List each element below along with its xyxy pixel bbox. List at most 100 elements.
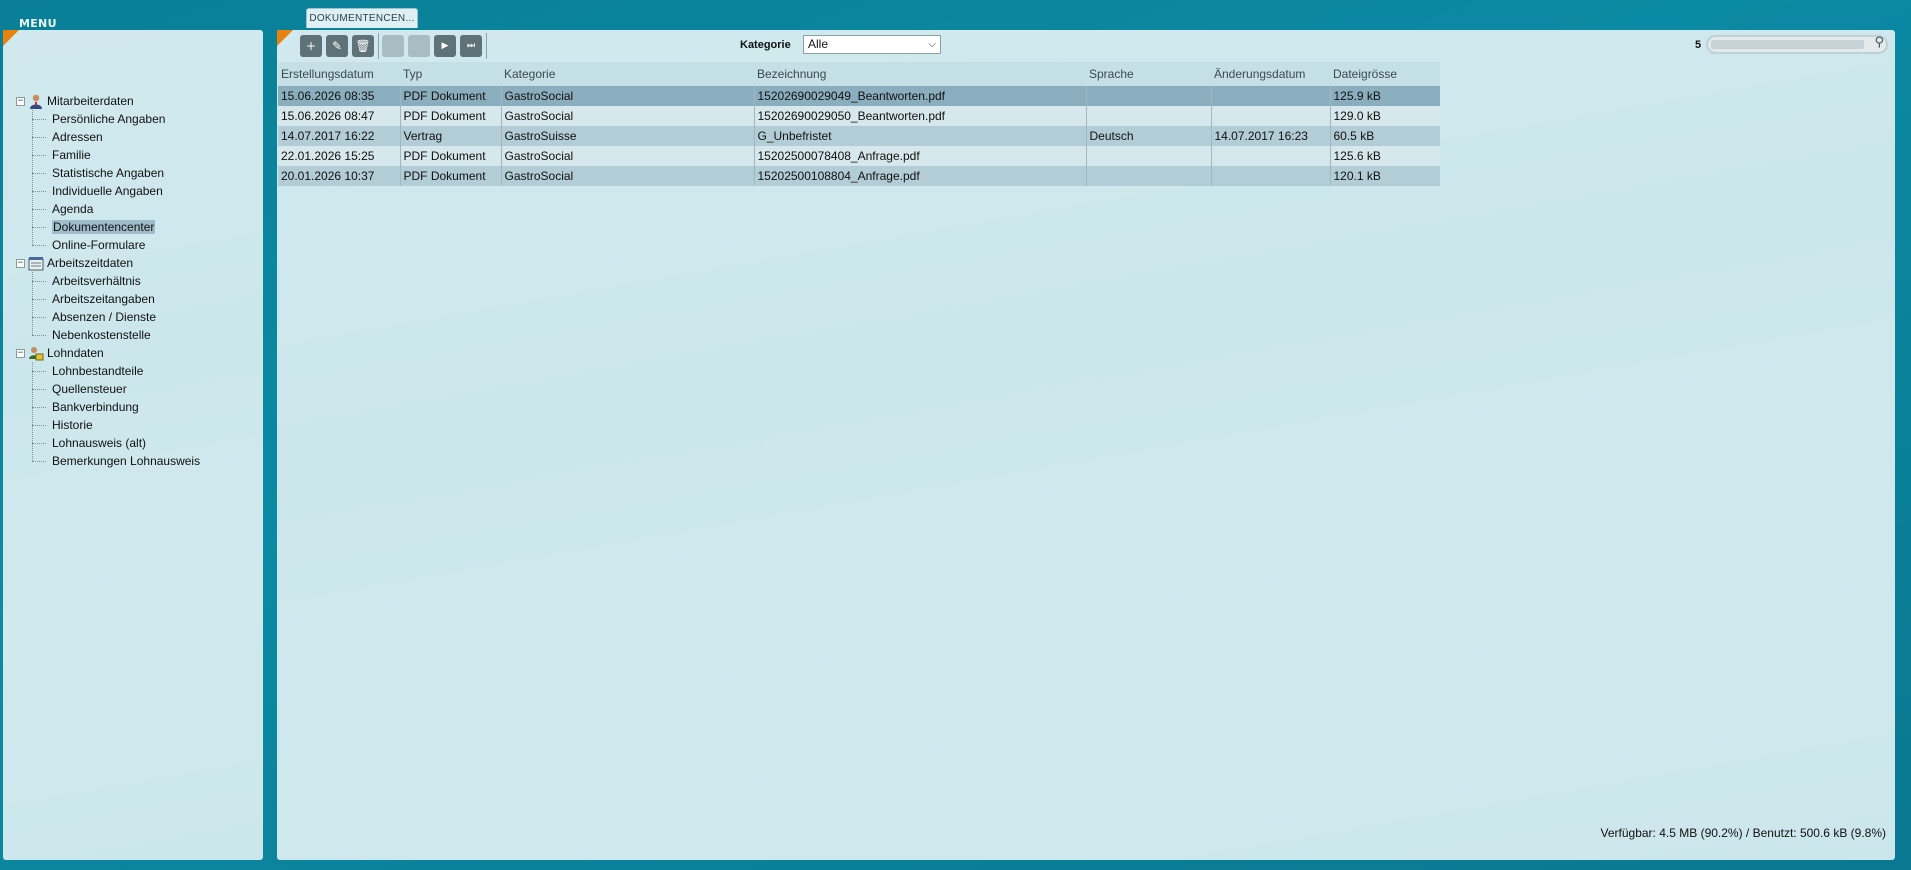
chevron-down-icon: ⌵	[928, 39, 936, 50]
column-header[interactable]: Bezeichnung	[754, 62, 1086, 86]
sidebar-item-historie[interactable]: Historie	[32, 416, 200, 434]
table-row[interactable]: 14.07.2017 16:22 Vertrag GastroSuisse G_Unb…	[278, 126, 1440, 146]
column-header[interactable]: Sprache	[1086, 62, 1211, 86]
column-header[interactable]: Typ	[400, 62, 501, 86]
toolbar-separator	[486, 33, 487, 59]
collapse-icon[interactable]: −	[16, 96, 25, 106]
prev-page-button[interactable]	[408, 35, 430, 57]
sidebar-item-label: Individuelle Angaben	[52, 184, 163, 198]
table-cell: 15202690029049_Beantworten.pdf	[753, 86, 1086, 106]
collapse-icon[interactable]: −	[16, 258, 25, 268]
table-cell	[1085, 86, 1211, 106]
column-header[interactable]: Dateigrösse	[1330, 62, 1440, 86]
sidebar-item-lohnbestandteile[interactable]: Lohnbestandteile	[32, 362, 200, 380]
tree-group-label: Lohndaten	[47, 346, 104, 360]
table-cell: 15.06.2026 08:35	[278, 86, 400, 106]
sidebar-item-label: Bankverbindung	[52, 400, 139, 414]
table-row[interactable]: 22.01.2026 15:25 PDF Dokument GastroSocial…	[278, 146, 1440, 166]
table-cell	[1210, 166, 1330, 186]
kategorie-label: Kategorie	[740, 39, 791, 51]
panel-corner-marker[interactable]	[277, 30, 293, 46]
table-cell: 15.06.2026 08:47	[278, 106, 400, 126]
pencil-icon: ✎	[331, 39, 343, 53]
table-cell: 22.01.2026 15:25	[278, 146, 400, 166]
table-cell	[1210, 146, 1330, 166]
tree-group-arbeitszeitdaten: − Arbeitszeitdaten Arbeitsverhältnis Arbeit…	[13, 254, 200, 344]
table-cell: 15202500078408_Anfrage.pdf	[753, 146, 1086, 166]
storage-status: Verfügbar: 4.5 MB (90.2%) / Benutzt: 500…	[1600, 826, 1886, 840]
column-header[interactable]: Erstellungsdatum	[278, 62, 400, 86]
collapse-icon[interactable]: −	[16, 348, 25, 358]
table-cell: 125.9 kB	[1329, 86, 1440, 106]
table-cell: 14.07.2017 16:22	[278, 126, 400, 146]
tree-group-mitarbeiterdaten: − Mitarbeiterdaten Persönliche Angaben Adre…	[13, 92, 200, 254]
sidebar-item-online-formulare[interactable]: Online-Formulare	[32, 236, 200, 254]
first-page-button[interactable]	[382, 35, 404, 57]
documents-table: Erstellungsdatum Typ Kategorie Bezeichnung S…	[278, 62, 1440, 186]
table-header-row: Erstellungsdatum Typ Kategorie Bezeichnung S…	[278, 62, 1440, 86]
add-button[interactable]: +	[300, 35, 322, 57]
table-cell: Deutsch	[1085, 126, 1211, 146]
table-cell: PDF Dokument	[399, 86, 501, 106]
table-cell: GastroSocial	[500, 106, 754, 126]
sidebar-item-quellensteuer[interactable]: Quellensteuer	[32, 380, 200, 398]
table-cell	[1085, 166, 1211, 186]
search-field[interactable]	[1711, 40, 1864, 49]
last-page-button[interactable]: ⏭	[460, 35, 482, 57]
tree-group-header[interactable]: − Arbeitszeitdaten	[13, 254, 200, 272]
sidebar-item-label: Quellensteuer	[52, 382, 127, 396]
tab-dokumentencenter[interactable]: DOKUMENTENCEN...	[306, 8, 418, 28]
sidebar-item-dokumentencenter[interactable]: Dokumentencenter	[32, 218, 200, 236]
navigation-panel: − Mitarbeiterdaten Persönliche Angaben Adre…	[3, 30, 263, 860]
delete-button[interactable]: 🗑	[352, 35, 374, 57]
search-input[interactable]: ⚲	[1706, 35, 1888, 54]
sidebar-item-bemerkungen-lohnausweis[interactable]: Bemerkungen Lohnausweis	[32, 452, 200, 470]
sidebar-item-label: Arbeitsverhältnis	[52, 274, 141, 288]
edit-button[interactable]: ✎	[326, 35, 348, 57]
sidebar-item-label: Adressen	[52, 130, 103, 144]
navigation-tree: − Mitarbeiterdaten Persönliche Angaben Adre…	[13, 92, 200, 470]
tree-group-lohndaten: − Lohndaten Lohnbestandteile Quellensteuer B…	[13, 344, 200, 470]
sidebar-item-arbeitsverhältnis[interactable]: Arbeitsverhältnis	[32, 272, 200, 290]
table-row[interactable]: 20.01.2026 10:37 PDF Dokument GastroSocial…	[278, 166, 1440, 186]
table-row[interactable]: 15.06.2026 08:47 PDF Dokument GastroSocial…	[278, 106, 1440, 126]
panel-corner-marker[interactable]	[3, 30, 19, 46]
next-page-button[interactable]: ▶	[434, 35, 456, 57]
table-row[interactable]: 15.06.2026 08:35 PDF Dokument GastroSocial…	[278, 86, 1440, 106]
sidebar-item-absenzen-dienste[interactable]: Absenzen / Dienste	[32, 308, 200, 326]
table-cell: GastroSuisse	[500, 126, 754, 146]
sidebar-item-label: Statistische Angaben	[52, 166, 165, 180]
sidebar-item-label: Familie	[52, 148, 91, 162]
sidebar-item-persönliche-angaben[interactable]: Persönliche Angaben	[32, 110, 200, 128]
sidebar-item-label: Persönliche Angaben	[52, 112, 166, 126]
sidebar-item-nebenkostenstelle[interactable]: Nebenkostenstelle	[32, 326, 200, 344]
result-count: 5	[1695, 39, 1702, 51]
last-page-icon: ⏭	[466, 41, 476, 51]
table-cell: 129.0 kB	[1329, 106, 1440, 126]
sidebar-item-bankverbindung[interactable]: Bankverbindung	[32, 398, 200, 416]
timesheet-icon	[28, 256, 44, 271]
sidebar-item-statistische-angaben[interactable]: Statistische Angaben	[32, 164, 200, 182]
table-cell	[1210, 86, 1330, 106]
sidebar-item-adressen[interactable]: Adressen	[32, 128, 200, 146]
plus-icon: +	[305, 39, 317, 53]
sidebar-item-label: Historie	[52, 418, 93, 432]
table-cell: GastroSocial	[500, 146, 754, 166]
sidebar-item-arbeitszeitangaben[interactable]: Arbeitszeitangaben	[32, 290, 200, 308]
table-cell	[1085, 106, 1211, 126]
sidebar-item-individuelle-angaben[interactable]: Individuelle Angaben	[32, 182, 200, 200]
toolbar-separator	[378, 33, 379, 59]
tree-group-header[interactable]: − Lohndaten	[13, 344, 200, 362]
column-header[interactable]: Änderungsdatum	[1211, 62, 1330, 86]
tree-group-label: Mitarbeiterdaten	[47, 94, 134, 108]
sidebar-item-label: Lohnbestandteile	[52, 364, 144, 378]
sidebar-item-lohnausweis-alt[interactable]: Lohnausweis (alt)	[32, 434, 200, 452]
search-icon[interactable]: ⚲	[1874, 35, 1884, 50]
column-header[interactable]: Kategorie	[501, 62, 754, 86]
sidebar-item-label: Online-Formulare	[52, 238, 146, 252]
sidebar-item-agenda[interactable]: Agenda	[32, 200, 200, 218]
kategorie-select[interactable]: Alle ⌵	[803, 35, 941, 54]
tree-group-header[interactable]: − Mitarbeiterdaten	[13, 92, 200, 110]
table-cell: G_Unbefristet	[753, 126, 1086, 146]
sidebar-item-familie[interactable]: Familie	[32, 146, 200, 164]
